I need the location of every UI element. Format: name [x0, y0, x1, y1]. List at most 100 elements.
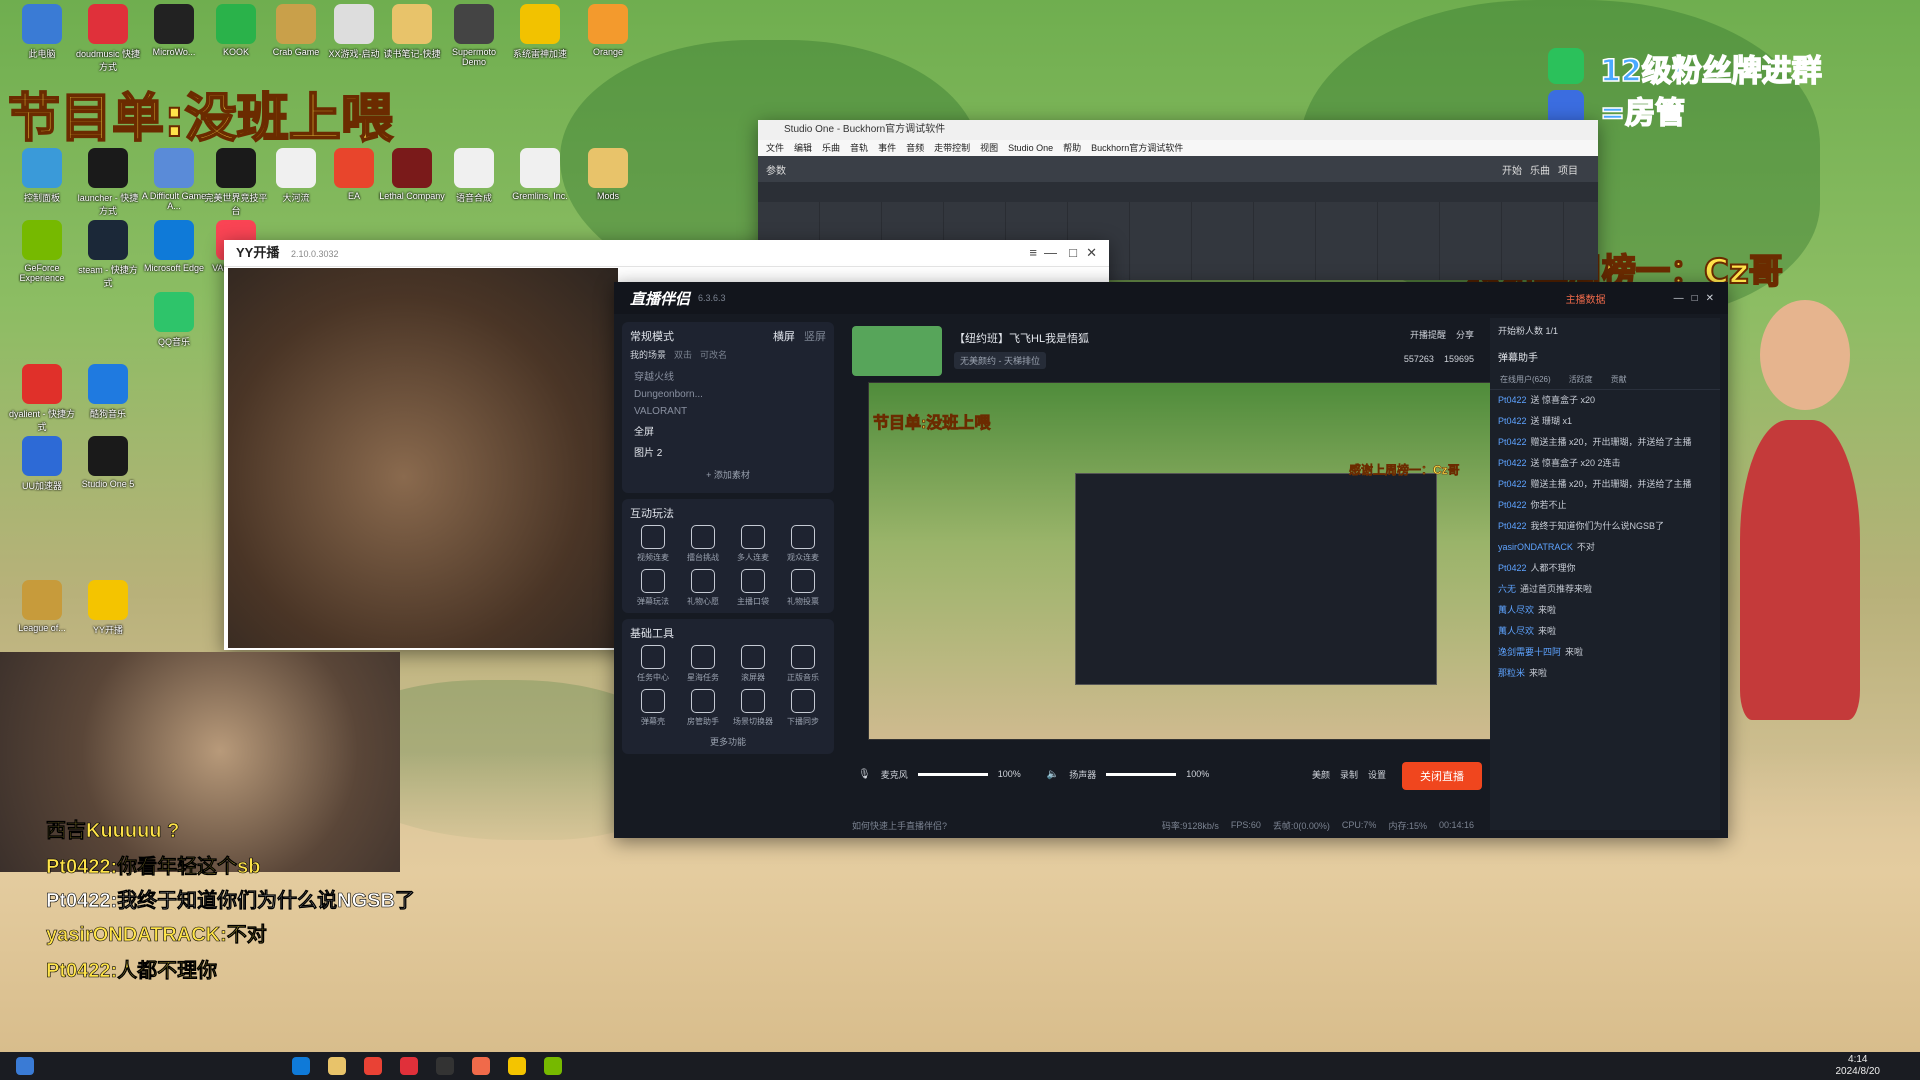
tool-button[interactable]: 礼物投票 — [780, 569, 826, 607]
chat-username[interactable]: yasirONDATRACK — [1498, 542, 1573, 552]
desktop-icon[interactable]: Supermoto Demo — [440, 4, 508, 67]
minimize-icon[interactable]: — — [1674, 293, 1684, 304]
share-button[interactable]: 分享 — [1456, 328, 1474, 341]
close-icon[interactable]: ✕ — [1706, 293, 1714, 304]
studio-one-icon[interactable] — [436, 1057, 454, 1075]
yy-icon[interactable] — [508, 1057, 526, 1075]
zhibo-icon[interactable] — [472, 1057, 490, 1075]
host-data-button[interactable]: 主播数据 — [1566, 291, 1606, 306]
yy-titlebar[interactable]: YY开播 2.10.0.3032 ✕ □ — ≡ — [224, 240, 1109, 267]
record-button[interactable]: 录制 — [1340, 768, 1358, 781]
desktop-icon[interactable]: UU加速器 — [8, 436, 76, 492]
tool-button[interactable]: 滚屏器 — [730, 645, 776, 683]
mic-icon[interactable]: 🎙 — [858, 769, 871, 780]
tab-contribution[interactable]: 贡献 — [1611, 374, 1627, 385]
maximize-icon[interactable]: □ — [1692, 293, 1698, 304]
desktop-icon[interactable]: 读书笔记-快捷 — [378, 4, 446, 60]
chat-username[interactable]: 萬人尽欢 — [1498, 605, 1534, 615]
menu-item[interactable]: 乐曲 — [822, 140, 840, 156]
my-scenes-tab[interactable]: 我的场景 — [630, 348, 666, 361]
toolbar-label[interactable]: 开始 — [1502, 162, 1522, 177]
add-material-button[interactable]: + 添加素材 — [630, 462, 826, 487]
menu-item[interactable]: 帮助 — [1063, 140, 1081, 156]
stream-subtitle[interactable]: 无美颜约 - 天梯排位 — [954, 352, 1046, 369]
desktop-icon[interactable]: GeForce Experience — [8, 220, 76, 283]
nvidia-icon[interactable] — [544, 1057, 562, 1075]
chat-message[interactable]: Pt0422 赠送主播 x20，开出珊瑚，并送给了主播 — [1490, 432, 1720, 453]
tool-button[interactable]: 房管助手 — [680, 689, 726, 727]
source-item[interactable]: 图片 2 — [630, 441, 826, 462]
chat-username[interactable]: Pt0422 — [1498, 563, 1527, 573]
desktop-icon[interactable]: launcher - 快捷方式 — [74, 148, 142, 217]
zhibo-window[interactable]: 直播伴侣 6.3.6.3 主播数据 — □ ✕ 常规模式 横屏 竖屏 我的场景 … — [614, 282, 1728, 838]
chat-username[interactable]: 六无 — [1498, 584, 1516, 594]
chat-message[interactable]: yasirONDATRACK 不对 — [1490, 537, 1720, 558]
chat-username[interactable]: Pt0422 — [1498, 416, 1527, 426]
mode-select[interactable]: 常规模式 — [630, 328, 674, 344]
desktop-icon[interactable]: Studio One 5 — [74, 436, 142, 489]
maximize-icon[interactable]: □ — [1069, 240, 1077, 266]
menu-icon[interactable]: ≡ — [1029, 240, 1037, 266]
mic-slider[interactable] — [917, 772, 988, 776]
menu-item[interactable]: 事件 — [878, 140, 896, 156]
more-functions-button[interactable]: 更多功能 — [630, 735, 826, 748]
tool-button[interactable]: 星海任务 — [680, 645, 726, 683]
chat-message[interactable]: Pt0422 送 惊喜盒子 x20 2连击 — [1490, 453, 1720, 474]
chat-username[interactable]: Pt0422 — [1498, 437, 1527, 447]
close-icon[interactable]: ✕ — [1086, 240, 1097, 266]
tool-button[interactable]: 场景切换器 — [730, 689, 776, 727]
source-item[interactable]: 全屏 — [630, 420, 826, 441]
desktop-icon[interactable]: Orange — [574, 4, 642, 57]
toolbar-label[interactable]: 乐曲 — [1530, 162, 1550, 177]
chat-username[interactable]: Pt0422 — [1498, 500, 1527, 510]
menu-item[interactable]: Studio One — [1008, 140, 1053, 156]
zhibo-titlebar[interactable]: 直播伴侣 6.3.6.3 主播数据 — □ ✕ — [614, 282, 1728, 314]
chat-message[interactable]: 萬人尽欢 来啦 — [1490, 621, 1720, 642]
chat-username[interactable]: Pt0422 — [1498, 521, 1527, 531]
chat-message[interactable]: Pt0422 人都不理你 — [1490, 558, 1720, 579]
tool-button[interactable]: 正版音乐 — [780, 645, 826, 683]
tool-button[interactable]: 任务中心 — [630, 645, 676, 683]
menu-item[interactable]: Buckhorn官方调试软件 — [1091, 140, 1183, 156]
studio-one-titlebar[interactable]: Studio One - Buckhorn官方调试软件 — [758, 120, 1598, 140]
toolbar-label[interactable]: 项目 — [1558, 162, 1578, 177]
stream-preview[interactable]: 节目单:没班上喂 感谢上周榜一：Cz哥 — [868, 382, 1504, 740]
chat-message[interactable]: Pt0422 送 惊喜盒子 x20 — [1490, 390, 1720, 411]
menu-item[interactable]: 编辑 — [794, 140, 812, 156]
desktop-icon[interactable]: A Difficult Game A... — [140, 148, 208, 211]
source-item[interactable]: 穿越火线 — [630, 365, 826, 386]
chat-message[interactable]: 萬人尽欢 来啦 — [1490, 600, 1720, 621]
desktop-icon[interactable]: QQ音乐 — [140, 292, 208, 348]
tool-button[interactable]: 弹幕玩法 — [630, 569, 676, 607]
portrait-toggle[interactable]: 竖屏 — [804, 331, 826, 343]
desktop-icon[interactable]: 完美世界竞技平台 — [202, 148, 270, 217]
tool-button[interactable]: 观众连麦 — [780, 525, 826, 563]
chat-message[interactable]: Pt0422 你若不止 — [1490, 495, 1720, 516]
chat-username[interactable]: Pt0422 — [1498, 458, 1527, 468]
chat-message[interactable]: 六无 通过首页推荐来啦 — [1490, 579, 1720, 600]
menu-item[interactable]: 文件 — [766, 140, 784, 156]
start-icon[interactable] — [16, 1057, 34, 1075]
chat-username[interactable]: 那粒米 — [1498, 668, 1525, 678]
desktop-icon[interactable]: dyalient - 快捷方式 — [8, 364, 76, 433]
beauty-button[interactable]: 美颜 — [1312, 768, 1330, 781]
chat-username[interactable]: Pt0422 — [1498, 395, 1527, 405]
chat-username[interactable]: Pt0422 — [1498, 479, 1527, 489]
desktop-icon[interactable]: 语音合成 — [440, 148, 508, 204]
explorer-icon[interactable] — [328, 1057, 346, 1075]
desktop-icon[interactable]: League of... — [8, 580, 76, 633]
desktop-icon[interactable]: 此电脑 — [8, 4, 76, 60]
desktop-icon[interactable]: 酷狗音乐 — [74, 364, 142, 420]
tool-button[interactable]: 擂台挑战 — [680, 525, 726, 563]
menu-item[interactable]: 视图 — [980, 140, 998, 156]
source-item[interactable]: VALORANT — [630, 403, 826, 420]
speaker-icon[interactable]: 🔈 — [1047, 769, 1059, 780]
desktop-icon[interactable]: Microsoft Edge — [140, 220, 208, 273]
toolbar-label[interactable]: 参数 — [766, 162, 786, 177]
tool-button[interactable]: 弹幕壳 — [630, 689, 676, 727]
desktop-icon[interactable]: KOOK — [202, 4, 270, 57]
desktop-icon[interactable]: 控制面板 — [8, 148, 76, 204]
end-live-button[interactable]: 关闭直播 — [1402, 762, 1482, 790]
chat-message[interactable]: Pt0422 我终于知道你们为什么说NGSB了 — [1490, 516, 1720, 537]
chat-username[interactable]: 逸剑需要十四阿 — [1498, 647, 1561, 657]
